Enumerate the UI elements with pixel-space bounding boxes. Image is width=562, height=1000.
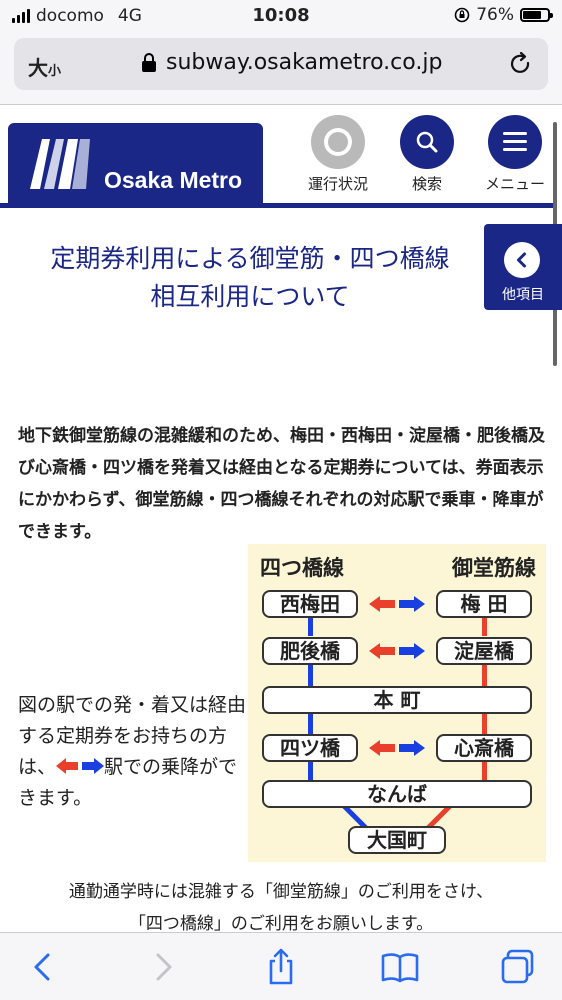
- rotation-lock-icon: [454, 7, 470, 23]
- nav-menu-button[interactable]: メニュー: [475, 115, 555, 194]
- station-higobashi: 肥後橋: [262, 637, 358, 665]
- page-title: 定期券利用による御堂筋・四つ橋線 相互利用について: [20, 240, 480, 316]
- browser-address-area: 大小 subway.osakametro.co.jp: [0, 34, 562, 105]
- station-yodoyabashi: 淀屋橋: [436, 637, 532, 665]
- yotsubashi-line-segment: [308, 762, 313, 780]
- station-daikokucho: 大国町: [348, 826, 446, 854]
- intro-text: 地下鉄御堂筋線の混雑緩和のため、梅田・西梅田・淀屋橋・肥後橋及び心斎橋・四ツ橋を…: [18, 426, 545, 542]
- nav-search-button[interactable]: 検索: [387, 115, 467, 194]
- page-title-line2: 相互利用について: [150, 282, 350, 311]
- midosuji-line-segment: [482, 762, 487, 780]
- other-items-label: 他項目: [502, 287, 544, 303]
- station-nishi-umeda: 西梅田: [262, 590, 358, 618]
- station-umeda: 梅 田: [436, 590, 532, 618]
- yotsubashi-line-segment: [308, 664, 313, 686]
- metro-m-logo-icon: [30, 139, 90, 189]
- station-shinsaibashi: 心斎橋: [436, 734, 532, 762]
- nav-status-button[interactable]: 運行状況: [298, 115, 378, 194]
- text-size-large: 大: [28, 56, 48, 80]
- site-header: Osaka Metro 運行状況 検索 メニュー: [0, 105, 562, 205]
- osaka-metro-logo[interactable]: Osaka Metro: [8, 123, 263, 205]
- share-icon[interactable]: [261, 947, 301, 987]
- midosuji-line-segment: [482, 714, 487, 734]
- midosuji-line-label: 御堂筋線: [452, 556, 536, 580]
- battery-icon: [520, 8, 553, 22]
- search-icon: [400, 115, 454, 169]
- address-bar[interactable]: 大小 subway.osakametro.co.jp: [14, 38, 548, 90]
- usage-note: 通勤通学時には混雑する「御堂筋線」のご利用をさけ、 「四つ橋線」のご利用をお願い…: [0, 876, 562, 940]
- bidirectional-arrow-icon: [56, 758, 105, 774]
- station-hommachi: 本 町: [262, 686, 532, 714]
- reload-icon[interactable]: [508, 51, 534, 77]
- midosuji-line-segment: [482, 664, 487, 686]
- browser-toolbar: [0, 932, 562, 1000]
- station-yotsubashi: 四ツ橋: [262, 734, 358, 762]
- menu-icon: [488, 115, 542, 169]
- diagram-caption: 図の駅での発・着又は経由する定期券をお持ちの方は、 駅での乗降ができます。: [18, 690, 250, 814]
- bidirectional-arrow-icon: [369, 740, 425, 756]
- url-text[interactable]: subway.osakametro.co.jp: [166, 50, 442, 75]
- yotsubashi-line-segment: [308, 714, 313, 734]
- battery-percent: 76%: [476, 5, 514, 25]
- status-right: 76%: [454, 5, 553, 25]
- page-title-line1: 定期券利用による御堂筋・四つ橋線: [50, 244, 450, 273]
- midosuji-line-segment: [482, 616, 487, 636]
- chevron-left-icon: [504, 242, 540, 278]
- forward-icon[interactable]: [142, 947, 182, 987]
- route-diagram: 四つ橋線 御堂筋線 西梅田 梅 田 肥後橋 淀屋橋 本 町 四ツ橋 心斎橋 なん…: [248, 544, 546, 862]
- yotsubashi-line-segment: [308, 616, 313, 636]
- bookmarks-icon[interactable]: [380, 947, 420, 987]
- lock-icon: [142, 53, 156, 72]
- station-namba: なんば: [262, 780, 532, 808]
- header-divider: [0, 203, 556, 208]
- back-icon[interactable]: [24, 947, 64, 987]
- status-circle-icon: [311, 115, 365, 169]
- yotsubashi-line-label: 四つ橋線: [260, 556, 344, 580]
- logo-text: Osaka Metro: [104, 167, 243, 193]
- status-bar: docomo 4G 10:08 76%: [0, 0, 562, 34]
- bidirectional-arrow-icon: [369, 643, 425, 659]
- usage-note-line1: 通勤通学時には混雑する「御堂筋線」のご利用をさけ、: [68, 882, 494, 902]
- text-size-small: 小: [48, 64, 62, 79]
- nav-menu-label: メニュー: [484, 175, 545, 193]
- nav-search-label: 検索: [411, 175, 442, 193]
- text-size-button[interactable]: 大小: [28, 52, 61, 81]
- other-items-tab[interactable]: 他項目: [484, 224, 562, 310]
- tabs-icon[interactable]: [498, 947, 538, 987]
- bidirectional-arrow-icon: [369, 596, 425, 612]
- nav-status-label: 運行状況: [307, 175, 368, 193]
